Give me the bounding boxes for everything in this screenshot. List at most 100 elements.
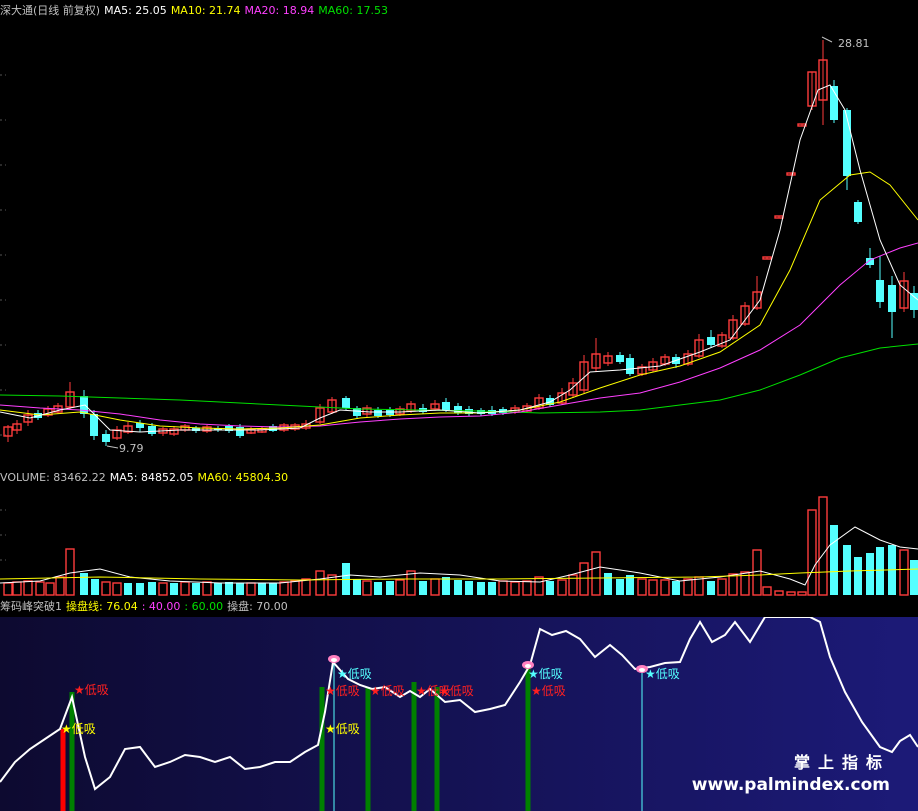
candle-down <box>866 248 874 268</box>
volume-bar-up <box>279 581 289 596</box>
candle-down <box>910 286 918 318</box>
candlesticks[interactable] <box>3 40 918 446</box>
volume-bar-up <box>301 578 311 596</box>
volume-bar-down <box>419 581 427 595</box>
ma10-line <box>0 171 918 430</box>
volume-bar-up <box>180 581 190 596</box>
candle-down <box>353 406 361 418</box>
low-buy-signal: ★低吸 <box>439 684 474 698</box>
volume-bar-up <box>498 580 508 596</box>
volume-bar-up <box>45 582 55 596</box>
candle-down <box>876 256 884 308</box>
ma60-line <box>0 343 918 414</box>
volume-bar-down <box>170 583 178 595</box>
candle-up <box>648 358 658 372</box>
volume-bar-up <box>899 549 909 596</box>
ma20-line <box>0 242 918 428</box>
candle-up <box>899 272 909 312</box>
volume-bar-up <box>362 580 372 596</box>
volume-bar-up <box>3 582 13 596</box>
candle-up <box>180 424 190 432</box>
candle-body <box>888 285 896 312</box>
volume-bar-up <box>290 580 300 596</box>
signal-bar <box>365 687 371 811</box>
candle-up <box>579 355 589 393</box>
ma5-line <box>0 84 918 433</box>
candle-up <box>752 276 762 310</box>
volume-bar-down <box>91 579 99 595</box>
signal-bar <box>525 667 531 811</box>
volume-bar-up <box>65 548 75 596</box>
volume-bar-up <box>12 581 22 596</box>
volume-ma5-value: MA5: 84852.05 <box>109 471 194 484</box>
low-buy-signal: ★低吸 <box>528 667 563 681</box>
candle-up <box>3 425 13 442</box>
candle-body <box>374 410 382 416</box>
volume-bar-up <box>637 578 647 596</box>
volume-bar-up <box>660 579 670 596</box>
volume-bar-down <box>477 582 485 595</box>
candle-down <box>854 200 862 224</box>
candle-down <box>707 330 715 347</box>
volume-bar-down <box>342 563 350 595</box>
volume-bar-down <box>616 579 624 595</box>
candle-up <box>169 426 179 436</box>
signal-bar <box>434 687 440 811</box>
volume-bar-down <box>830 525 838 595</box>
volume-bar-up <box>786 591 796 596</box>
indicator-level-60: : 60.00 <box>184 600 224 613</box>
low-buy-signal: ★低吸 <box>74 683 109 697</box>
volume-bar-up <box>112 582 122 596</box>
volume-bar-down <box>148 582 156 595</box>
volume-bar-down <box>707 581 715 595</box>
candle-body <box>342 398 350 408</box>
candle-body <box>854 202 862 222</box>
candle-up <box>774 215 784 219</box>
volume-bar-down <box>80 573 88 595</box>
watermark-cn: 掌上指标 <box>793 753 890 772</box>
candle-down <box>419 404 427 414</box>
candle-up <box>591 338 601 372</box>
volume-bar-up <box>55 576 65 596</box>
candle-up <box>12 420 22 434</box>
candle-body <box>102 434 110 442</box>
volume-bar-up <box>717 578 727 596</box>
candle-down <box>477 408 485 416</box>
candle-up <box>430 400 440 411</box>
volume-bar-up <box>752 549 762 596</box>
price-chart[interactable]: 28.81 9.79 <box>0 0 918 468</box>
volume-bar-down <box>454 580 462 595</box>
volume-bar-up <box>315 570 325 596</box>
volume-bar-down <box>386 581 394 595</box>
candle-down <box>102 430 110 446</box>
volume-bar-up <box>534 576 544 596</box>
volume-chart[interactable] <box>0 485 918 597</box>
volume-ma5-line <box>0 526 918 586</box>
signal-bar <box>69 692 75 811</box>
volume-bar-up <box>683 578 693 596</box>
candle-up <box>534 394 544 410</box>
candle-body <box>442 402 450 410</box>
candle-up <box>694 334 704 358</box>
volume-bar-up <box>591 551 601 596</box>
candle-down <box>626 354 634 376</box>
volume-bar-up <box>774 590 784 596</box>
volume-legend: VOLUME: 83462.22 MA5: 84852.05 MA60: 45804… <box>0 470 292 485</box>
volume-bar-down <box>546 581 554 595</box>
volume-bar-up <box>579 562 589 596</box>
candle-body <box>910 293 918 310</box>
volume-bar-down <box>866 553 874 595</box>
volume-bar-up <box>158 582 168 596</box>
low-buy-signal: ★低吸 <box>337 667 372 681</box>
candle-down <box>136 420 144 432</box>
candle-up <box>818 40 828 125</box>
indicator-line-value: 操盘线: 76.04 <box>66 600 138 613</box>
candle-body <box>626 358 634 374</box>
volume-bars[interactable] <box>3 496 918 596</box>
flower-icon-center <box>639 668 645 672</box>
volume-bar-up <box>728 573 738 596</box>
low-buy-signal: ★低吸 <box>325 722 360 736</box>
indicator-name: 筹码峰突破1 <box>0 600 62 613</box>
candle-body <box>616 355 624 362</box>
volume-bar-down <box>604 573 612 595</box>
